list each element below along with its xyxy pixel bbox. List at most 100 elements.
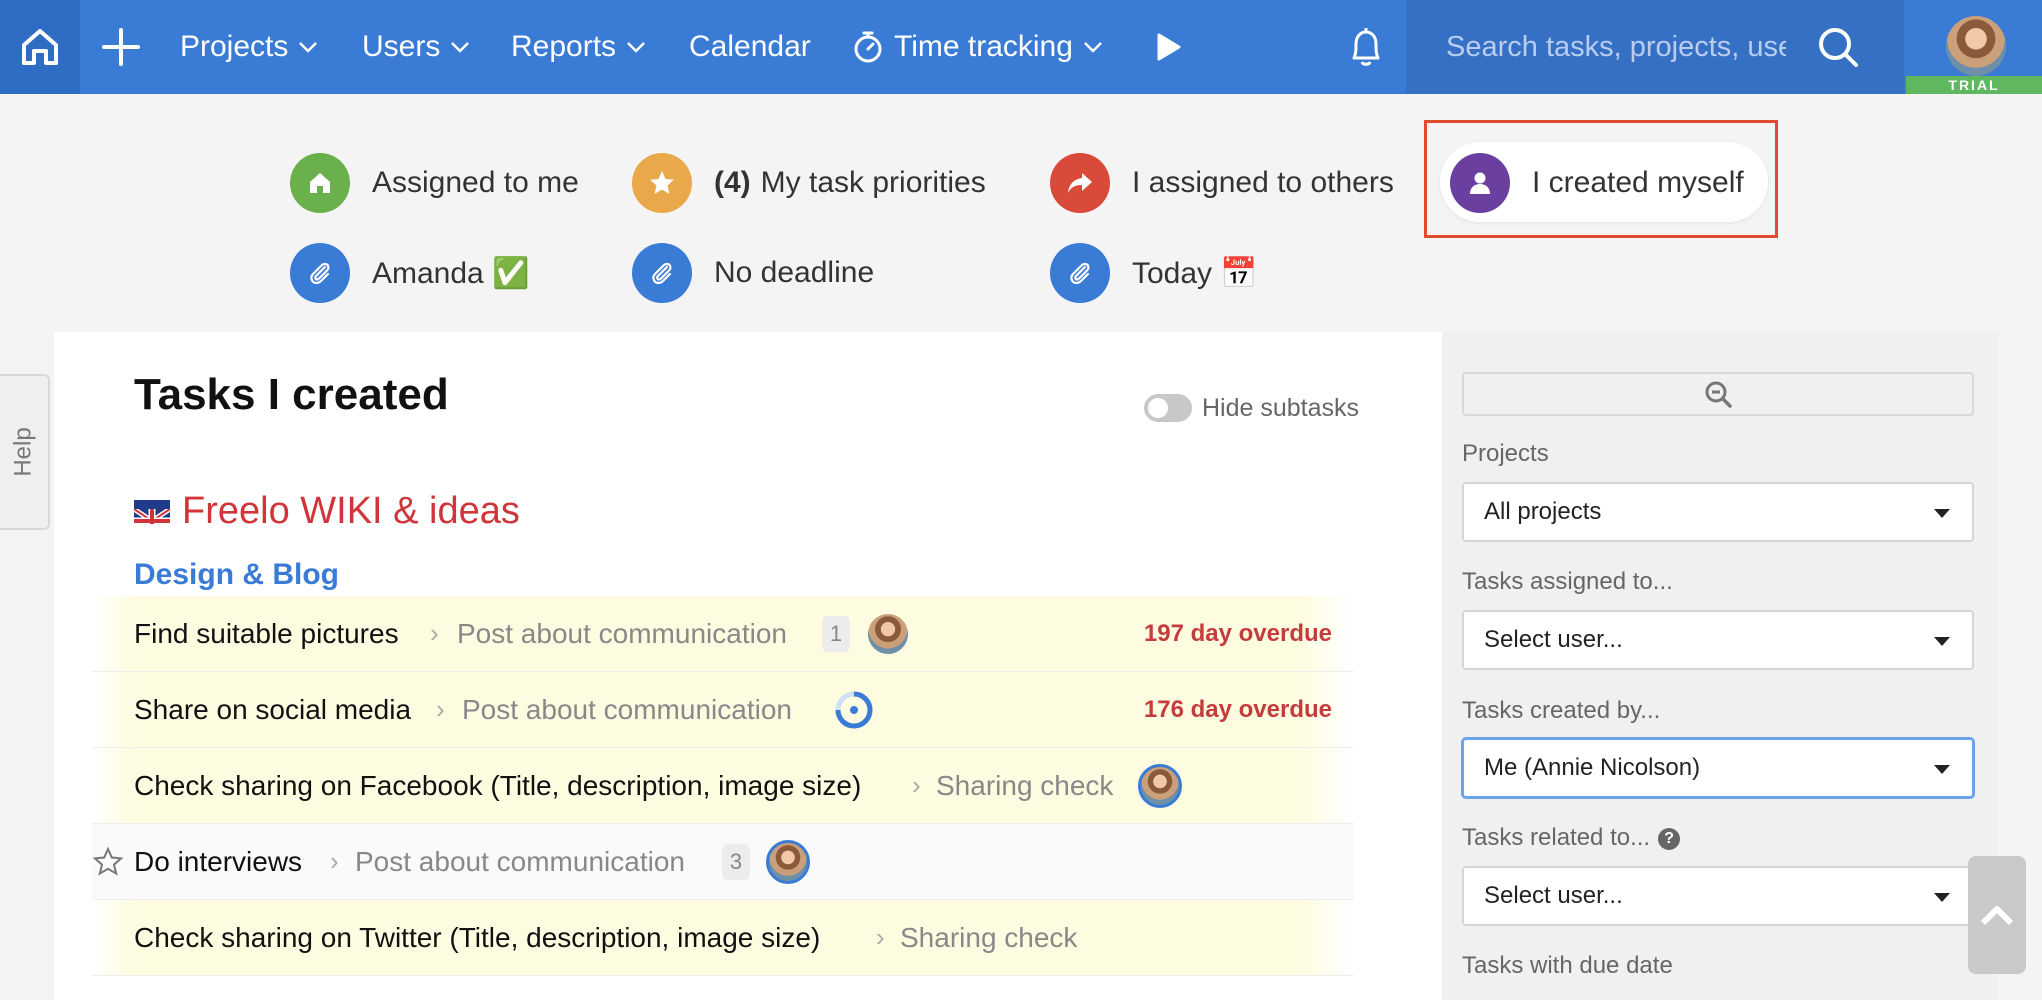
search-bar <box>1406 0 1904 94</box>
related-label-text: Tasks related to... <box>1462 824 1651 851</box>
page-title: Tasks I created <box>134 370 449 419</box>
parent-task[interactable]: Post about communication <box>462 694 792 726</box>
caret-down-icon <box>1934 509 1950 518</box>
nav-calendar[interactable]: Calendar <box>689 0 811 94</box>
filter-i-created-myself[interactable]: I created myself <box>1450 153 1744 213</box>
task-name[interactable]: Check sharing on Twitter (Title, descrip… <box>134 922 820 954</box>
chevron-right-icon: › <box>430 618 439 648</box>
chevron-right-icon: › <box>330 846 339 876</box>
chevron-right-icon: › <box>912 770 921 800</box>
user-icon <box>1450 153 1510 213</box>
add-button[interactable] <box>100 0 142 94</box>
nav-users[interactable]: Users <box>362 0 470 94</box>
overdue-label: 197 day overdue <box>1143 619 1332 647</box>
chevron-down-icon <box>627 42 645 53</box>
task-row[interactable]: Do interviews › Post about communication… <box>92 824 1354 900</box>
help-question-icon[interactable]: ? <box>1658 827 1681 850</box>
filter-label: Amanda ✅ <box>372 256 530 290</box>
project-title[interactable]: Freelo WIKI & ideas <box>134 490 520 533</box>
task-name[interactable]: Find suitable pictures <box>134 618 399 650</box>
avatar <box>868 613 908 654</box>
nav-time-tracking-label: Time tracking <box>894 30 1073 63</box>
bell-icon <box>1352 28 1380 66</box>
filter-label: No deadline <box>714 256 875 289</box>
assigned-select-value: Select user... <box>1484 626 1623 653</box>
due-date-label: Tasks with due date <box>1462 952 1673 979</box>
task-name[interactable]: Do interviews <box>134 846 302 878</box>
chevron-right-icon: › <box>876 922 885 952</box>
parent-task[interactable]: Post about communication <box>457 618 787 650</box>
nav-users-label: Users <box>362 30 441 63</box>
filter-today[interactable]: Today 📅 <box>1050 243 1258 303</box>
paperclip-icon <box>1050 243 1110 303</box>
task-row[interactable]: Find suitable pictures › Post about comm… <box>92 596 1354 672</box>
assigned-user-select[interactable]: Select user... <box>1462 610 1974 670</box>
progress-ring-icon <box>835 691 873 728</box>
task-row[interactable]: Check sharing on Facebook (Title, descri… <box>92 748 1354 824</box>
search-input[interactable] <box>1446 30 1786 64</box>
stopwatch-icon <box>854 31 882 63</box>
projects-label: Projects <box>1462 440 1549 467</box>
home-icon <box>290 153 350 213</box>
task-row[interactable]: Check sharing on Twitter (Title, descrip… <box>92 900 1354 976</box>
filter-label: Today 📅 <box>1132 256 1258 290</box>
caret-down-icon <box>1934 765 1950 774</box>
overdue-label: 176 day overdue <box>1143 695 1332 723</box>
task-name[interactable]: Check sharing on Facebook (Title, descri… <box>134 770 861 802</box>
parent-task[interactable]: Sharing check <box>936 770 1113 802</box>
projects-select[interactable]: All projects <box>1462 482 1974 542</box>
notifications-button[interactable] <box>1346 0 1386 94</box>
created-select-value: Me (Annie Nicolson) <box>1484 754 1701 781</box>
priorities-count: (4) <box>714 166 751 199</box>
scroll-to-top-button[interactable] <box>1968 856 2026 974</box>
filter-label: I created myself <box>1532 166 1744 199</box>
nav-time-tracking[interactable]: Time tracking <box>852 0 1103 94</box>
nav-reports-label: Reports <box>511 30 617 63</box>
filter-no-deadline[interactable]: No deadline <box>632 243 874 303</box>
play-icon <box>1157 33 1181 61</box>
plus-icon <box>102 28 140 66</box>
chevron-down-icon <box>299 42 318 53</box>
star-outline-icon[interactable] <box>92 846 124 878</box>
parent-task[interactable]: Post about communication <box>355 846 685 878</box>
comment-count: 1 <box>822 615 850 652</box>
trial-badge: TRIAL <box>1906 76 2042 94</box>
project-name: Freelo WIKI & ideas <box>182 490 520 532</box>
task-row[interactable]: Share on social media › Post about commu… <box>92 672 1354 748</box>
filter-i-assigned-to-others[interactable]: I assigned to others <box>1050 153 1394 213</box>
nav-projects[interactable]: Projects <box>180 0 318 94</box>
chevron-up-icon <box>1980 906 2014 926</box>
assigned-label: Tasks assigned to... <box>1462 568 1673 595</box>
filter-amanda[interactable]: Amanda ✅ <box>290 243 529 303</box>
filter-assigned-to-me[interactable]: Assigned to me <box>290 153 579 213</box>
hide-subtasks-toggle[interactable] <box>1144 394 1192 422</box>
help-tab-label: Help <box>10 427 38 477</box>
zoom-out-icon <box>1705 381 1732 408</box>
created-by-select[interactable]: Me (Annie Nicolson) <box>1462 738 1974 798</box>
related-select-value: Select user... <box>1484 882 1623 909</box>
zoom-out-button[interactable] <box>1462 372 1974 416</box>
chevron-down-icon <box>451 42 470 53</box>
projects-select-value: All projects <box>1484 498 1602 525</box>
home-button[interactable] <box>0 0 80 94</box>
search-icon[interactable] <box>1816 25 1860 69</box>
start-timer-button[interactable] <box>1156 0 1182 94</box>
nav-reports[interactable]: Reports <box>511 0 646 94</box>
avatar <box>766 839 810 884</box>
uk-flag-icon <box>134 499 170 524</box>
paperclip-icon <box>632 243 692 303</box>
help-tab[interactable]: Help <box>0 374 50 530</box>
related-user-select[interactable]: Select user... <box>1462 866 1974 926</box>
chevron-down-icon <box>1084 42 1102 53</box>
filter-my-task-priorities[interactable]: (4) My task priorities <box>632 153 986 213</box>
home-icon <box>22 29 58 65</box>
chevron-right-icon: › <box>436 694 445 724</box>
parent-task[interactable]: Sharing check <box>900 922 1077 954</box>
avatar <box>1138 763 1182 808</box>
paperclip-icon <box>290 243 350 303</box>
filter-label: My task priorities <box>760 166 986 199</box>
avatar <box>1946 16 2006 76</box>
caret-down-icon <box>1934 637 1950 646</box>
task-list-title[interactable]: Design & Blog <box>134 558 339 592</box>
task-name[interactable]: Share on social media <box>134 694 411 726</box>
